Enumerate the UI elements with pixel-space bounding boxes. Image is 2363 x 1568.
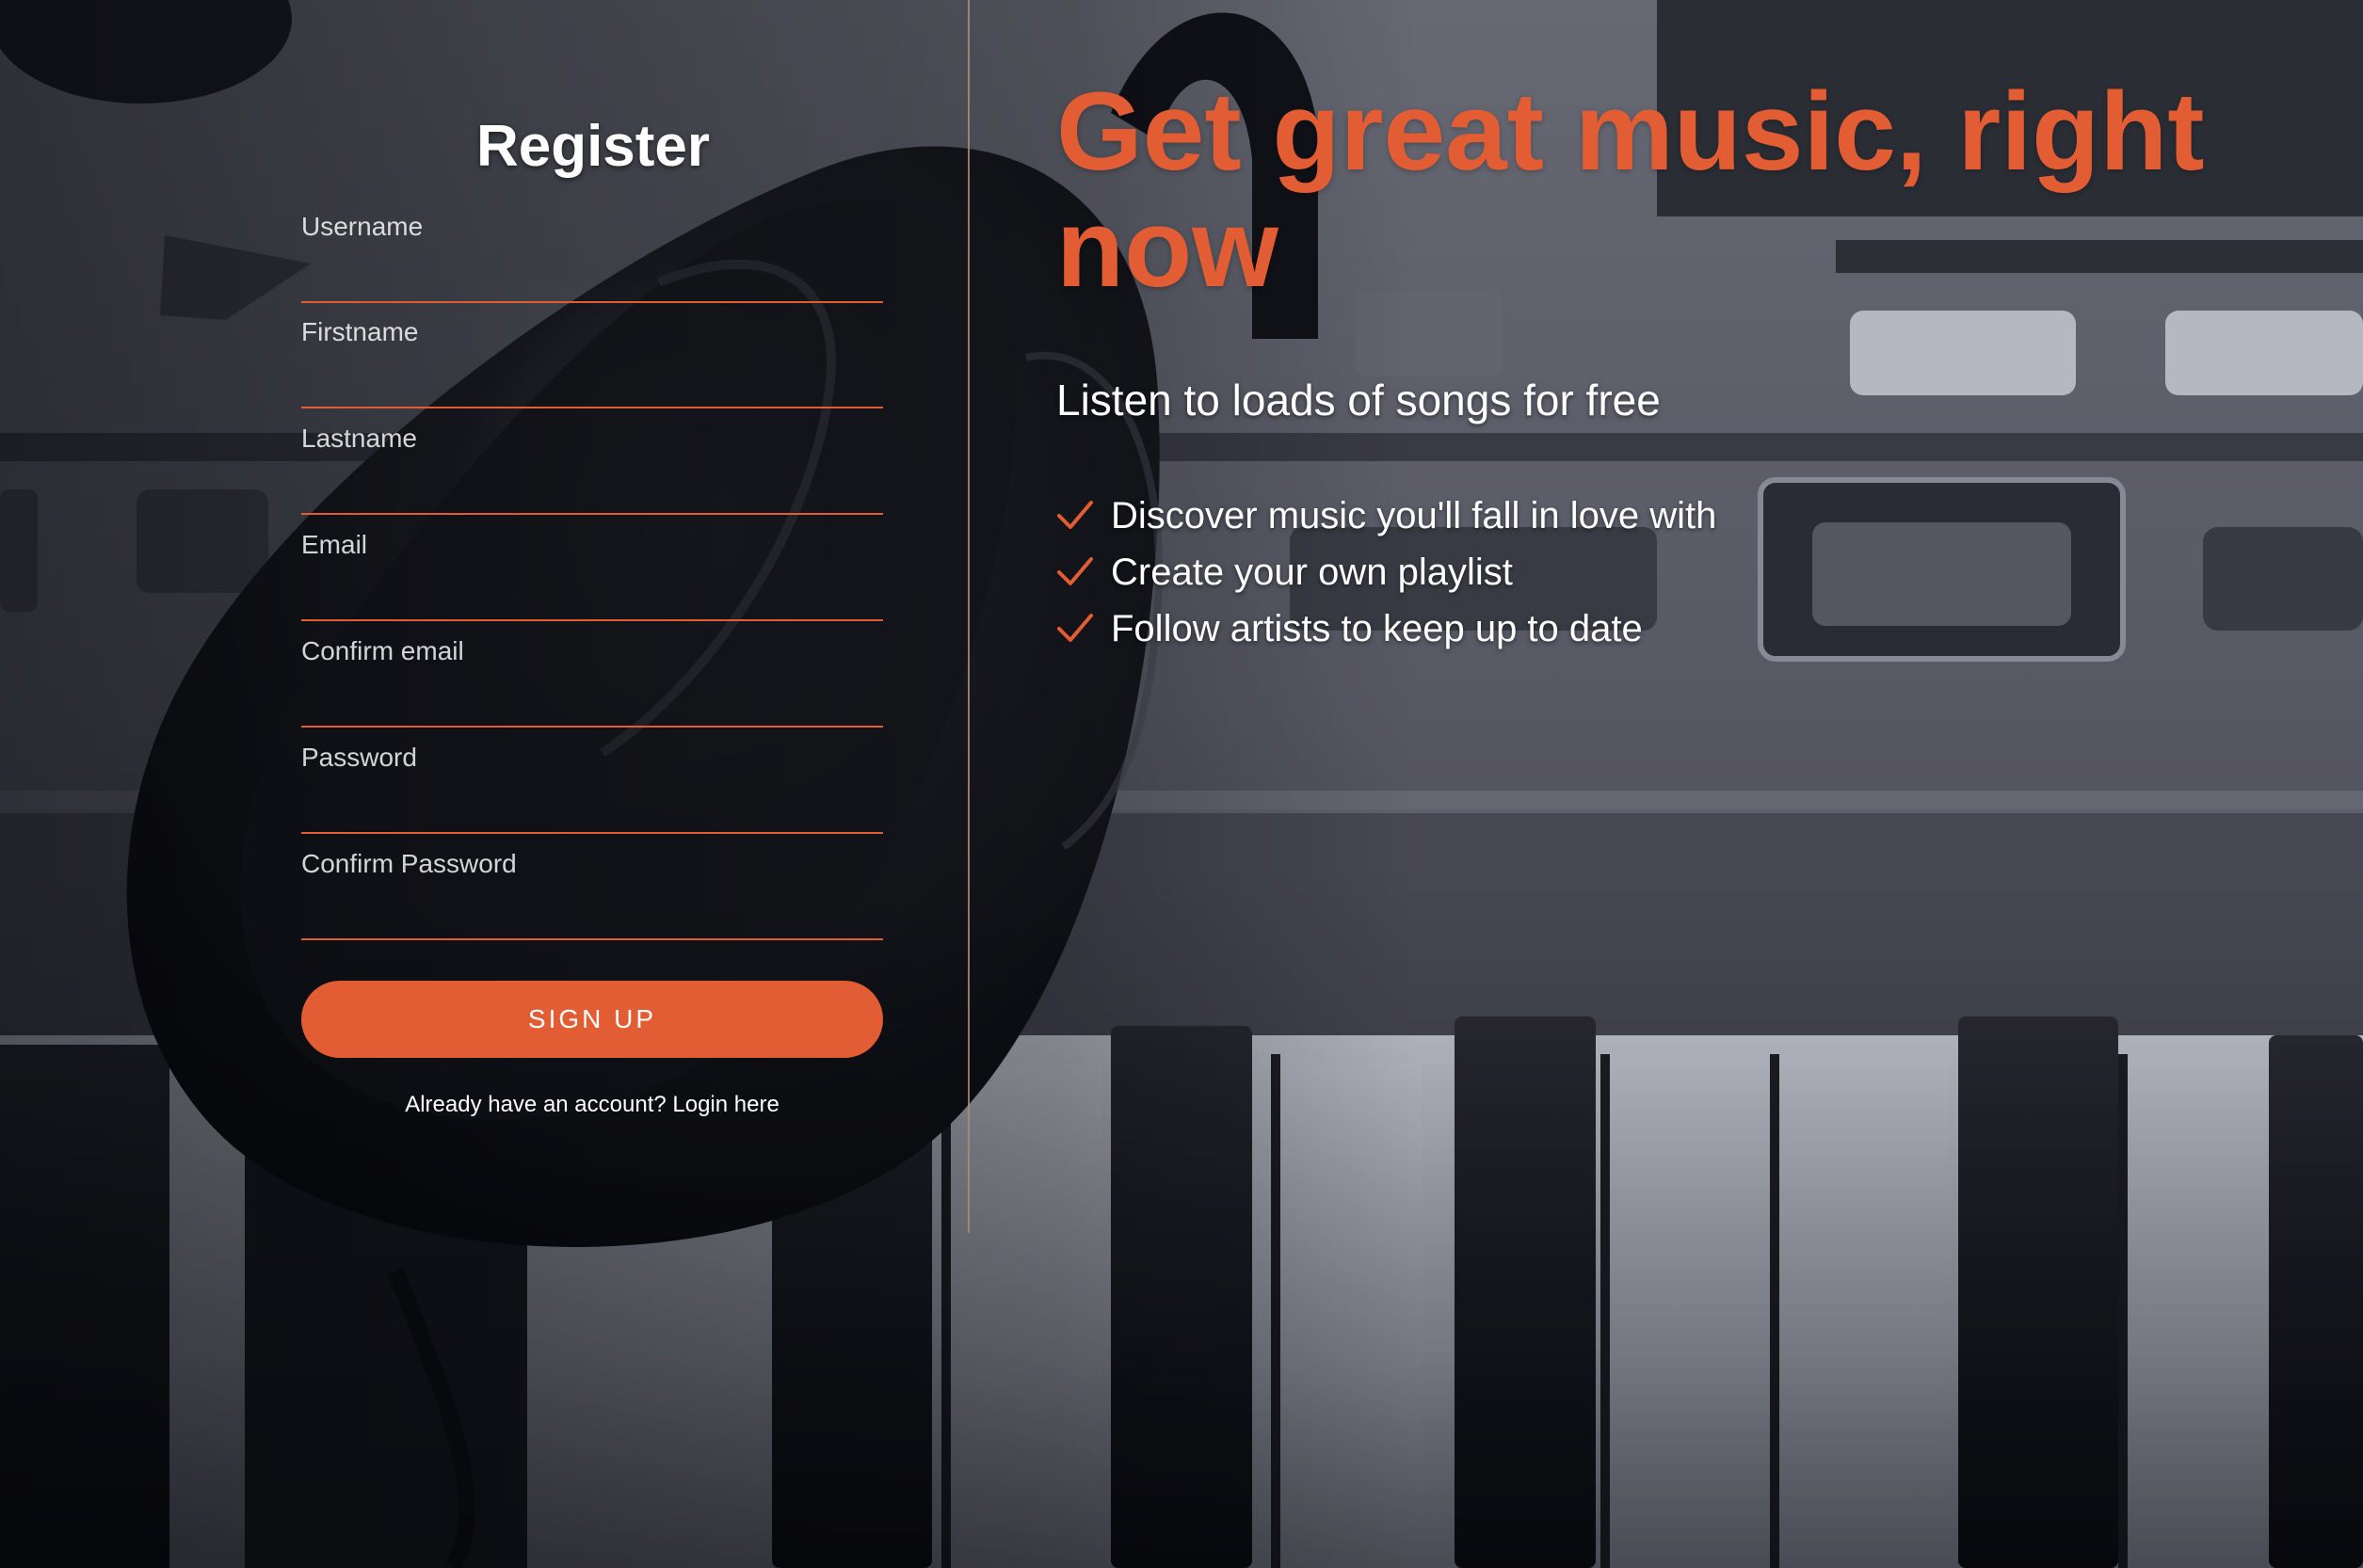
password-field-wrapper bbox=[301, 730, 883, 834]
feature-text: Create your own playlist bbox=[1111, 552, 1513, 593]
email-input[interactable] bbox=[301, 518, 883, 621]
checkmark-icon bbox=[1057, 557, 1093, 585]
feature-item: Create your own playlist bbox=[1056, 544, 1716, 600]
login-link[interactable]: Already have an account? Login here bbox=[301, 1092, 883, 1118]
hero-subtitle: Listen to loads of songs for free bbox=[1056, 376, 1661, 424]
lastname-input[interactable] bbox=[301, 411, 883, 515]
feature-text: Discover music you'll fall in love with bbox=[1111, 495, 1717, 536]
hero-headline: Get great music, right now bbox=[1056, 70, 2205, 311]
register-title: Register bbox=[475, 114, 711, 179]
confirm-email-field-wrapper bbox=[301, 624, 883, 728]
firstname-input[interactable] bbox=[301, 305, 883, 408]
vertical-divider bbox=[968, 0, 970, 1233]
lastname-field-wrapper bbox=[301, 411, 883, 515]
confirm-password-input[interactable] bbox=[301, 837, 883, 940]
username-field-wrapper bbox=[301, 200, 883, 303]
feature-list: Discover music you'll fall in love with … bbox=[1056, 488, 1716, 657]
sign-up-button[interactable]: SIGN UP bbox=[301, 981, 883, 1058]
password-input[interactable] bbox=[301, 730, 883, 834]
feature-text: Follow artists to keep up to date bbox=[1111, 608, 1643, 649]
feature-item: Follow artists to keep up to date bbox=[1056, 600, 1716, 657]
feature-item: Discover music you'll fall in love with bbox=[1056, 488, 1716, 544]
confirm-password-field-wrapper bbox=[301, 837, 883, 940]
firstname-field-wrapper bbox=[301, 305, 883, 408]
username-input[interactable] bbox=[301, 200, 883, 303]
checkmark-icon bbox=[1057, 501, 1093, 529]
register-page: Register SIGN UP Already have an account… bbox=[0, 0, 2363, 1568]
checkmark-icon bbox=[1057, 614, 1093, 642]
confirm-email-input[interactable] bbox=[301, 624, 883, 728]
email-field-wrapper bbox=[301, 518, 883, 621]
hero-section: Get great music, right now Listen to loa… bbox=[1056, 70, 2280, 649]
